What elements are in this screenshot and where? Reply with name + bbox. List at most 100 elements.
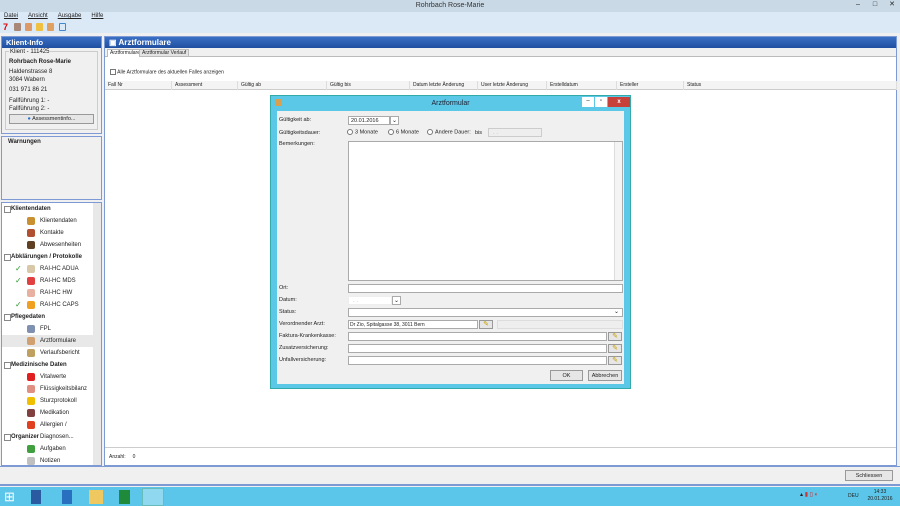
tree-item-label: RAI-HC CAPS <box>40 302 79 308</box>
tree-item-icon <box>27 217 35 225</box>
edit-zusatz-pencil-icon[interactable]: ✎ <box>608 344 622 353</box>
klient-name: Rohrbach Rose-Marie <box>9 59 72 65</box>
tree-item[interactable]: Flüssigkeitsbilanz <box>2 383 101 395</box>
column-header[interactable]: Gültig ab <box>238 81 327 90</box>
report-icon[interactable] <box>25 23 32 31</box>
tree-item[interactable]: Vitalwerte <box>2 371 101 383</box>
datum-input[interactable]: . . <box>348 296 392 305</box>
menu-ausgabe[interactable]: Ausgabe <box>58 13 82 19</box>
check-icon: ✓ <box>15 264 22 273</box>
tab-arztformulare[interactable]: Arztformulare <box>107 49 144 57</box>
datum-dropdown[interactable]: ⌄ <box>392 296 401 305</box>
edit-faktura-pencil-icon[interactable]: ✎ <box>608 332 622 341</box>
column-header[interactable]: Erstelldatum <box>547 81 617 90</box>
column-header[interactable]: Ersteller <box>617 81 684 90</box>
klient-group-label: Klient - 111425 <box>9 48 51 56</box>
tree-item[interactable]: ✓ RAI-HC CAPS <box>2 299 101 311</box>
powershell-icon[interactable] <box>62 490 72 504</box>
tray-icons[interactable]: ▴ ▮ ▯ ◐ <box>800 491 818 498</box>
menu-datei[interactable]: Datei <box>4 13 18 19</box>
radio-icon[interactable] <box>427 129 433 135</box>
faktura-input[interactable] <box>348 332 607 341</box>
edit-unfall-pencil-icon[interactable]: ✎ <box>608 356 622 365</box>
user-icon[interactable] <box>14 23 21 31</box>
app-taskbar-icon[interactable] <box>142 488 164 506</box>
gueltig-ab-dropdown[interactable]: ⌄ <box>390 116 399 125</box>
file-explorer-icon[interactable] <box>89 490 103 504</box>
checkbox-box[interactable] <box>110 69 116 75</box>
tree-item[interactable]: FPL <box>2 323 101 335</box>
arzt-input[interactable]: Dr Zio, Spitalgasse 38, 3011 Bern <box>348 320 478 329</box>
tree-item[interactable]: Aufgaben <box>2 443 101 455</box>
edit-arzt-pencil-icon[interactable]: ✎ <box>479 320 493 329</box>
tree-item[interactable]: Abwesenheiten <box>2 239 101 251</box>
column-header[interactable]: Datum letzte Änderung <box>410 81 478 90</box>
tree-item[interactable]: ✓ RAI-HC MDS <box>2 275 101 287</box>
radio-6-monate[interactable]: 6 Monate <box>388 129 419 135</box>
tree-scrollbar[interactable] <box>93 203 101 465</box>
tree-group[interactable]: Abklärungen / Protokolle <box>2 251 101 263</box>
ok-button[interactable]: OK <box>550 370 583 381</box>
tree-item[interactable]: Medikation <box>2 407 101 419</box>
tab-arztformular-verlauf[interactable]: Arztformular Verlauf <box>139 49 190 57</box>
minimize-button[interactable]: – <box>850 0 866 10</box>
server-manager-icon[interactable] <box>31 490 41 504</box>
tree-item-label: RAI-HC MDS <box>40 278 76 284</box>
tree-group[interactable]: Pflegedaten <box>2 311 101 323</box>
tree-item[interactable]: Arztformulare <box>2 335 101 347</box>
dialog-minimize-button[interactable]: – <box>582 97 594 107</box>
assessmentinfo-button[interactable]: ● Assessmentinfo... <box>9 114 94 124</box>
column-header[interactable]: User letzte Änderung <box>478 81 547 90</box>
column-header[interactable]: Gültig bis <box>327 81 410 90</box>
tree-group[interactable]: Klientendaten <box>2 203 101 215</box>
tree-item-label: Notizen <box>40 458 61 464</box>
tree-group[interactable]: Medizinische Daten <box>2 359 101 371</box>
ort-input[interactable] <box>348 284 623 293</box>
gueltig-ab-date[interactable]: 20.01.2016 <box>348 116 390 125</box>
tree-item[interactable]: RAI-HC HW <box>2 287 101 299</box>
column-header[interactable]: Status <box>684 81 897 90</box>
column-header[interactable]: Assessment <box>172 81 238 90</box>
unfall-input[interactable] <box>348 356 607 365</box>
radio-icon[interactable] <box>347 129 353 135</box>
bis-date[interactable]: . . <box>488 128 542 137</box>
excel-icon[interactable] <box>119 490 130 504</box>
tree-item[interactable]: Verlaufsbericht <box>2 347 101 359</box>
column-header[interactable]: Fall Nr <box>105 81 172 90</box>
schliessen-button[interactable]: Schliessen <box>845 470 893 481</box>
show-all-checkbox[interactable]: Alle Arztformulare des aktuellen Falles … <box>110 69 224 75</box>
tree-item-label: RAI-HC HW <box>40 290 73 296</box>
tree-item[interactable]: Klientendaten <box>2 215 101 227</box>
close-button[interactable]: ✕ <box>884 0 900 10</box>
bis-label: bis <box>475 130 483 136</box>
tree-group[interactable]: Organizer <box>2 431 101 443</box>
note-icon[interactable] <box>36 23 43 31</box>
menu-hilfe[interactable]: Hilfe <box>91 13 103 19</box>
clock-date: 20.01.2016 <box>867 496 893 502</box>
contacts-icon[interactable] <box>47 23 54 31</box>
tree-item[interactable]: Kontakte <box>2 227 101 239</box>
maximize-button[interactable]: □ <box>867 0 883 10</box>
tree-item[interactable]: ✓ RAI-HC ADUA <box>2 263 101 275</box>
tree-item[interactable]: Sturzprotokoll <box>2 395 101 407</box>
bemerkungen-textarea[interactable] <box>348 141 623 281</box>
zusatz-input[interactable] <box>348 344 607 353</box>
radio-3-monate[interactable]: 3 Monate <box>347 129 378 135</box>
radio-icon[interactable] <box>388 129 394 135</box>
tree-item[interactable]: Notizen <box>2 455 101 465</box>
radio-andere-dauer[interactable]: Andere Dauer: <box>427 129 471 135</box>
sync-icon[interactable] <box>59 23 66 31</box>
tray-clock[interactable]: 14:33 20.01.2016 <box>866 489 894 503</box>
bemerkungen-scrollbar[interactable] <box>614 142 622 280</box>
windows-start-icon[interactable]: ⊞ <box>4 490 18 504</box>
arzt-select[interactable] <box>497 320 623 329</box>
dialog-maximize-button[interactable]: ▫ <box>595 97 607 107</box>
chevron-down-icon[interactable]: ⌄ <box>614 308 619 317</box>
tree-item[interactable]: Allergien / Diagnosen... <box>2 419 101 440</box>
abbrechen-button[interactable]: Abbrechen <box>588 370 622 381</box>
status-select[interactable] <box>348 308 623 317</box>
tray-language[interactable]: DEU <box>848 493 859 499</box>
calendar-icon[interactable]: 7 <box>3 23 10 32</box>
dialog-close-button[interactable]: x <box>608 97 630 107</box>
menu-ansicht[interactable]: Ansicht <box>28 13 48 19</box>
